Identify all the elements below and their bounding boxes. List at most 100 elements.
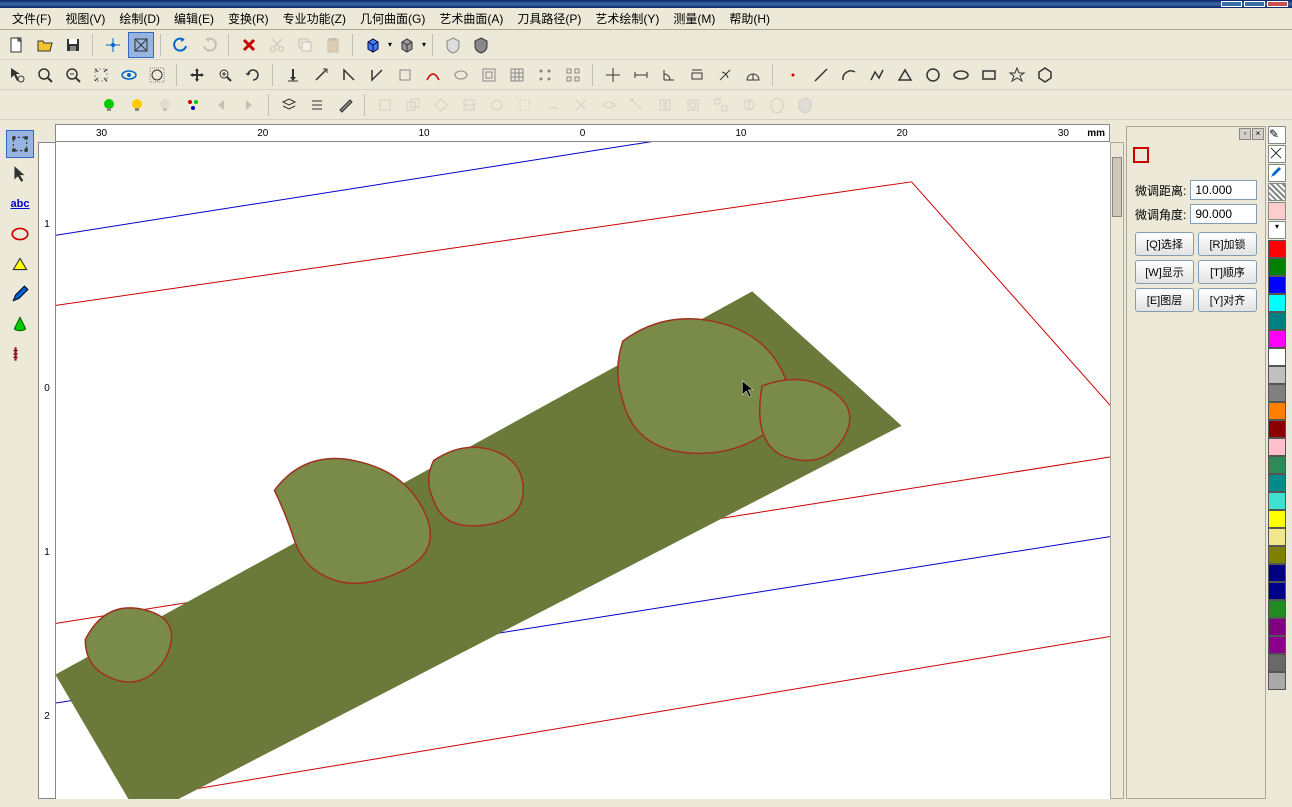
panel-tab-icon[interactable] <box>1133 147 1149 163</box>
snap-point-icon[interactable] <box>100 32 126 58</box>
menu-transform[interactable]: 变换(R) <box>222 8 275 29</box>
line-start-icon[interactable] <box>280 62 306 88</box>
polygon-icon[interactable] <box>1032 62 1058 88</box>
pan-icon[interactable] <box>184 62 210 88</box>
panel-close-icon[interactable]: × <box>1252 128 1264 140</box>
menu-tool[interactable]: 刀具路径(P) <box>511 8 587 29</box>
scrollbar-thumb[interactable] <box>1112 157 1122 217</box>
palette-x-icon[interactable] <box>1268 145 1286 163</box>
lock-button[interactable]: [R]加锁 <box>1198 232 1257 256</box>
measure-tool-icon[interactable] <box>6 340 34 368</box>
palette-pencil-icon[interactable] <box>1268 164 1286 182</box>
color-swatch[interactable] <box>1268 420 1286 438</box>
snap-grid-icon[interactable] <box>128 32 154 58</box>
zoom-select-icon[interactable] <box>4 62 30 88</box>
color-swatch[interactable] <box>1268 348 1286 366</box>
line-diag-icon[interactable] <box>308 62 334 88</box>
brush-icon[interactable] <box>332 92 358 118</box>
color-swatch[interactable] <box>1268 510 1286 528</box>
menu-help[interactable]: 帮助(H) <box>723 8 776 29</box>
menu-artdraw[interactable]: 艺术绘制(Y) <box>589 8 665 29</box>
align-button[interactable]: [Y]对齐 <box>1198 288 1257 312</box>
triangle-icon[interactable] <box>892 62 918 88</box>
delete-icon[interactable] <box>236 32 262 58</box>
show-button[interactable]: [W]显示 <box>1135 260 1194 284</box>
zoom-fit-icon[interactable] <box>88 62 114 88</box>
vertical-scrollbar[interactable] <box>1110 142 1124 799</box>
color-swatch[interactable] <box>1268 456 1286 474</box>
close-button[interactable] <box>1267 1 1288 7</box>
curve-icon[interactable] <box>420 62 446 88</box>
crosshair-icon[interactable] <box>600 62 626 88</box>
color-swatch[interactable] <box>1268 294 1286 312</box>
order-button[interactable]: [T]顺序 <box>1198 260 1257 284</box>
palette-dd-icon[interactable]: ▾ <box>1268 221 1286 239</box>
rectangle-icon[interactable] <box>976 62 1002 88</box>
concentric-rect-icon[interactable] <box>476 62 502 88</box>
shield-light-icon[interactable] <box>440 32 466 58</box>
color-swatch[interactable] <box>1268 474 1286 492</box>
color-swatch[interactable] <box>1268 546 1286 564</box>
new-file-icon[interactable] <box>4 32 30 58</box>
minimize-button[interactable] <box>1221 1 1242 7</box>
menu-measure[interactable]: 测量(M) <box>667 8 721 29</box>
shield-dark-icon[interactable] <box>468 32 494 58</box>
color-swatch[interactable] <box>1268 600 1286 618</box>
color-swatch[interactable] <box>1268 654 1286 672</box>
menu-edit[interactable]: 编辑(E) <box>168 8 220 29</box>
line-icon[interactable] <box>808 62 834 88</box>
color-swatch[interactable] <box>1268 312 1286 330</box>
eye-icon[interactable] <box>116 62 142 88</box>
cube-blue-icon[interactable] <box>360 32 386 58</box>
cone-tool-icon[interactable] <box>6 310 34 338</box>
canvas-viewport[interactable] <box>56 142 1110 799</box>
palette-pink-icon[interactable] <box>1268 202 1286 220</box>
cube-gray-icon[interactable] <box>394 32 420 58</box>
color-swatch[interactable] <box>1268 582 1286 600</box>
menu-draw[interactable]: 绘制(D) <box>113 8 166 29</box>
menu-file[interactable]: 文件(F) <box>6 8 57 29</box>
bulb-green-icon[interactable] <box>96 92 122 118</box>
array2-icon[interactable] <box>560 62 586 88</box>
palette-tool1-icon[interactable]: ✎ <box>1268 126 1286 144</box>
bulb-yellow-icon[interactable] <box>124 92 150 118</box>
color-swatch[interactable] <box>1268 366 1286 384</box>
ellipse-icon[interactable] <box>948 62 974 88</box>
panel-min-icon[interactable]: ▫ <box>1239 128 1251 140</box>
zoom-in-icon[interactable] <box>32 62 58 88</box>
color-swatch[interactable] <box>1268 330 1286 348</box>
shape-tool-icon[interactable] <box>6 250 34 278</box>
color-swatch[interactable] <box>1268 258 1286 276</box>
zoom-out-icon[interactable] <box>60 62 86 88</box>
atoms-icon[interactable] <box>180 92 206 118</box>
rect-outline-icon[interactable] <box>392 62 418 88</box>
rotate-view-icon[interactable] <box>240 62 266 88</box>
circle-icon[interactable] <box>920 62 946 88</box>
array-icon[interactable] <box>532 62 558 88</box>
select-button[interactable]: [Q]选择 <box>1135 232 1194 256</box>
save-file-icon[interactable] <box>60 32 86 58</box>
dim-horiz-icon[interactable] <box>628 62 654 88</box>
text-tool-icon[interactable]: abc <box>6 190 34 218</box>
undo-icon[interactable] <box>168 32 194 58</box>
menu-pro[interactable]: 专业功能(Z) <box>277 8 352 29</box>
list-icon[interactable] <box>304 92 330 118</box>
layer-button[interactable]: [E]图层 <box>1135 288 1194 312</box>
color-swatch[interactable] <box>1268 402 1286 420</box>
menu-view[interactable]: 视图(V) <box>59 8 111 29</box>
color-swatch[interactable] <box>1268 240 1286 258</box>
color-swatch[interactable] <box>1268 528 1286 546</box>
menu-geom[interactable]: 几何曲面(G) <box>354 8 431 29</box>
open-file-icon[interactable] <box>32 32 58 58</box>
color-swatch[interactable] <box>1268 492 1286 510</box>
star-icon[interactable] <box>1004 62 1030 88</box>
angle-input[interactable] <box>1190 204 1257 224</box>
color-swatch[interactable] <box>1268 564 1286 582</box>
ellipse-outline-icon[interactable] <box>448 62 474 88</box>
grid3-icon[interactable] <box>504 62 530 88</box>
circle-tool-icon[interactable] <box>6 220 34 248</box>
dim-box-icon[interactable] <box>684 62 710 88</box>
zoom-window-icon[interactable] <box>212 62 238 88</box>
color-swatch[interactable] <box>1268 384 1286 402</box>
dim-arc-icon[interactable] <box>712 62 738 88</box>
